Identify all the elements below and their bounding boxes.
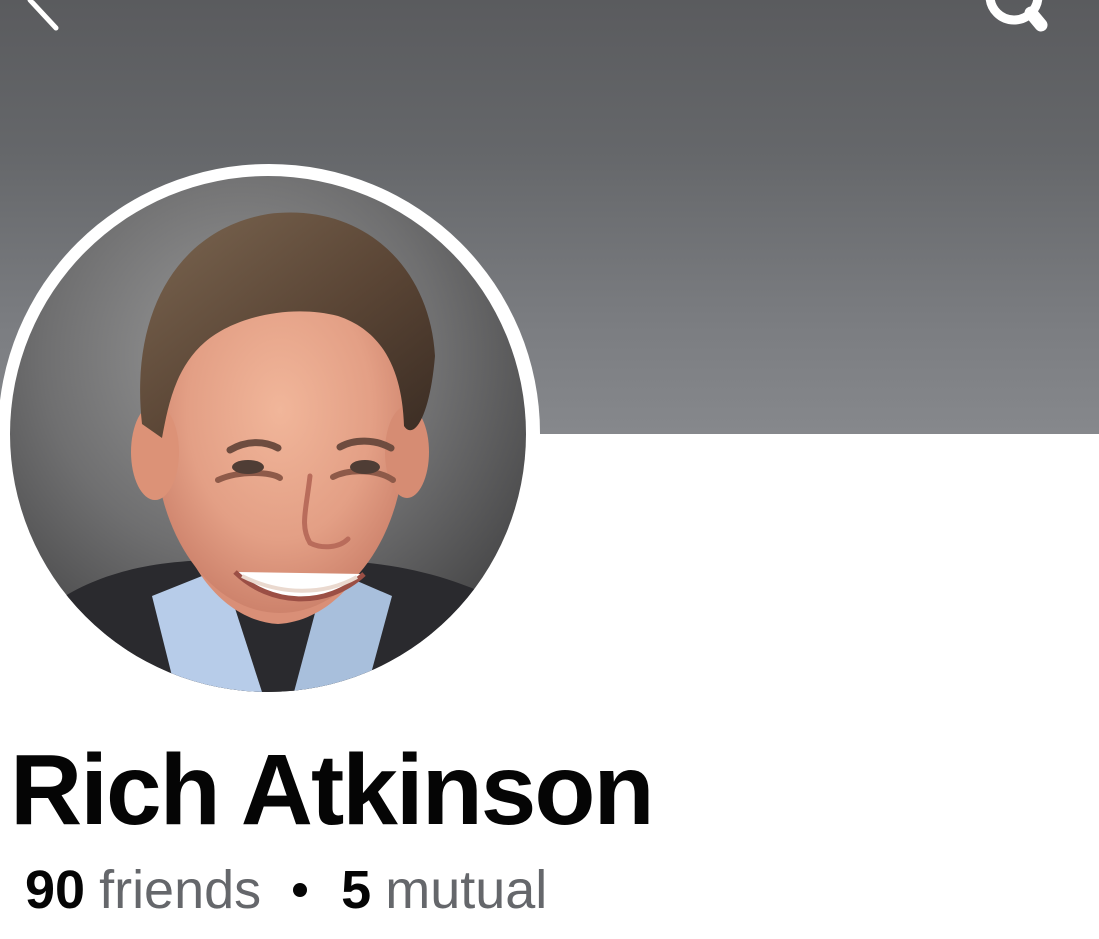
- mutual-count[interactable]: 5: [341, 858, 371, 922]
- friends-label[interactable]: friends: [99, 858, 261, 922]
- profile-stats: 90 friends 5 mutual: [25, 858, 547, 922]
- chevron-left-icon[interactable]: [18, 0, 68, 32]
- search-icon[interactable]: [972, 0, 1052, 40]
- mutual-label[interactable]: mutual: [385, 858, 547, 922]
- avatar[interactable]: [10, 176, 526, 692]
- friends-count[interactable]: 90: [25, 858, 85, 922]
- separator-dot: [293, 883, 308, 897]
- profile-photo: [10, 176, 526, 692]
- profile-page: Rich Atkinson 90 friends 5 mutual: [0, 0, 1099, 939]
- profile-name: Rich Atkinson: [10, 734, 655, 846]
